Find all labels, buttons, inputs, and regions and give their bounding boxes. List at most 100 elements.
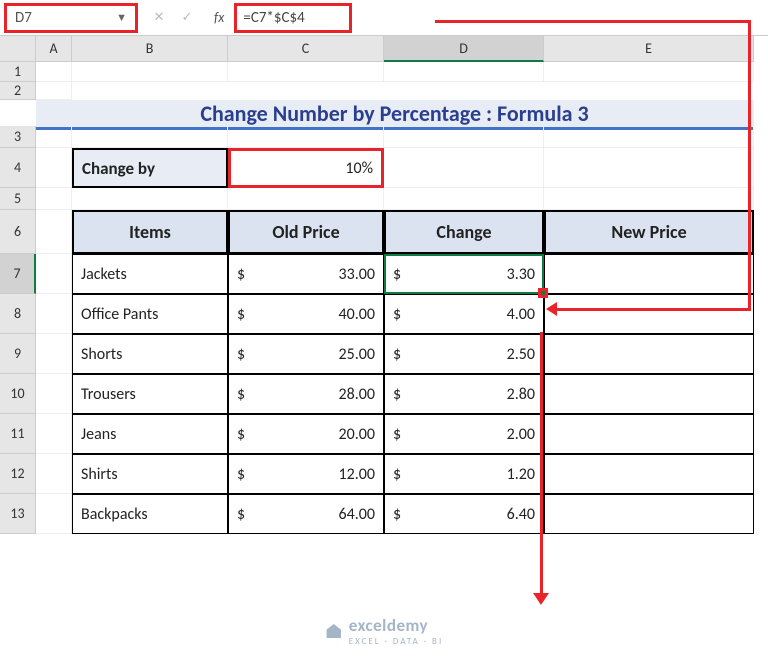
row-header-11[interactable]: 11 — [0, 414, 36, 454]
cell-change[interactable]: $2.80 — [384, 374, 544, 414]
cell[interactable] — [544, 126, 754, 148]
row-header-8[interactable]: 8 — [0, 294, 36, 334]
row-header-5[interactable]: 5 — [0, 188, 36, 210]
cell-change[interactable]: $2.00 — [384, 414, 544, 454]
cell[interactable] — [36, 494, 72, 534]
cell[interactable] — [544, 188, 754, 210]
cell[interactable] — [36, 148, 72, 188]
cell-old-price[interactable]: $12.00 — [228, 454, 384, 494]
cell-change[interactable]: $4.00 — [384, 294, 544, 334]
cell-change[interactable]: $6.40 — [384, 494, 544, 534]
name-box-value: D7 — [15, 9, 32, 27]
fill-handle[interactable] — [538, 288, 548, 298]
cell[interactable] — [36, 374, 72, 414]
cell[interactable] — [36, 254, 72, 294]
cell-item[interactable]: Shirts — [72, 454, 228, 494]
cell-old-price[interactable]: $20.00 — [228, 414, 384, 454]
cell-new-price[interactable] — [544, 254, 754, 294]
value: 12.00 — [339, 465, 375, 484]
cell[interactable] — [228, 126, 384, 148]
cell[interactable] — [36, 62, 72, 82]
cell[interactable] — [36, 334, 72, 374]
cell[interactable] — [384, 62, 544, 82]
change-by-value[interactable]: 10% — [228, 148, 384, 188]
currency-symbol: $ — [237, 345, 245, 364]
value: 2.80 — [507, 385, 535, 404]
chevron-down-icon[interactable]: ▼ — [116, 11, 127, 24]
cell[interactable] — [36, 188, 72, 210]
cell-old-price[interactable]: $28.00 — [228, 374, 384, 414]
cell-change[interactable]: $2.50 — [384, 334, 544, 374]
fx-icon[interactable]: fx — [208, 9, 230, 26]
row-header-9[interactable]: 9 — [0, 334, 36, 374]
cell[interactable] — [72, 62, 228, 82]
col-header-C[interactable]: C — [228, 36, 384, 62]
cell[interactable] — [384, 126, 544, 148]
cell[interactable] — [36, 454, 72, 494]
cell-item[interactable]: Shorts — [72, 334, 228, 374]
row-header-7[interactable]: 7 — [0, 254, 36, 294]
cell-old-price[interactable]: $33.00 — [228, 254, 384, 294]
cell[interactable] — [384, 188, 544, 210]
th-change[interactable]: Change — [384, 210, 544, 254]
col-header-D[interactable]: D — [384, 36, 544, 62]
row-header-2[interactable]: 2 — [0, 82, 36, 100]
row-header-6[interactable]: 6 — [0, 210, 36, 254]
cell[interactable] — [36, 414, 72, 454]
currency-symbol: $ — [393, 305, 401, 324]
cancel-icon[interactable]: ✕ — [150, 9, 168, 27]
cell[interactable] — [228, 62, 384, 82]
value: 2.00 — [507, 425, 535, 444]
cell[interactable] — [36, 210, 72, 254]
cell[interactable] — [384, 148, 544, 188]
column-headers: A B C D E — [0, 36, 768, 62]
cell-new-price[interactable] — [544, 334, 754, 374]
cell-old-price[interactable]: $64.00 — [228, 494, 384, 534]
select-all-corner[interactable] — [0, 36, 36, 62]
cell-item[interactable]: Office Pants — [72, 294, 228, 334]
watermark-main: exceldemy — [349, 615, 443, 636]
cell[interactable] — [544, 148, 754, 188]
row-header-10[interactable]: 10 — [0, 374, 36, 414]
col-header-B[interactable]: B — [72, 36, 228, 62]
cell-item[interactable]: Trousers — [72, 374, 228, 414]
cell[interactable] — [72, 188, 228, 210]
value: 6.40 — [507, 505, 535, 524]
cell-new-price[interactable] — [544, 494, 754, 534]
cell[interactable] — [36, 294, 72, 334]
row-header-1[interactable]: 1 — [0, 62, 36, 82]
row-header-3[interactable]: 3 — [0, 126, 36, 148]
name-box[interactable]: D7 ▼ — [4, 3, 138, 33]
cell-item[interactable]: Backpacks — [72, 494, 228, 534]
th-old-price[interactable]: Old Price — [228, 210, 384, 254]
cell[interactable] — [72, 126, 228, 148]
enter-icon[interactable]: ✓ — [178, 9, 196, 27]
cell[interactable] — [544, 62, 754, 82]
col-header-A[interactable]: A — [36, 36, 72, 62]
row-header-4[interactable]: 4 — [0, 148, 36, 188]
row-header-12[interactable]: 12 — [0, 454, 36, 494]
cell[interactable] — [36, 126, 72, 148]
cell[interactable] — [36, 82, 72, 100]
cell-old-price[interactable]: $40.00 — [228, 294, 384, 334]
cell-item[interactable]: Jackets — [72, 254, 228, 294]
th-new-price[interactable]: New Price — [544, 210, 754, 254]
cell-change[interactable]: $1.20 — [384, 454, 544, 494]
currency-symbol: $ — [237, 385, 245, 404]
cell-item[interactable]: Jeans — [72, 414, 228, 454]
change-by-label[interactable]: Change by — [72, 148, 228, 188]
cell-old-price[interactable]: $25.00 — [228, 334, 384, 374]
col-header-E[interactable]: E — [544, 36, 754, 62]
cell-new-price[interactable] — [544, 414, 754, 454]
value: 4.00 — [507, 305, 535, 324]
cell-new-price[interactable] — [544, 294, 754, 334]
row-header-13[interactable]: 13 — [0, 494, 36, 534]
value: 28.00 — [339, 385, 375, 404]
formula-input[interactable]: =C7*$C$4 — [234, 3, 352, 33]
cell-new-price[interactable] — [544, 454, 754, 494]
cell[interactable] — [228, 188, 384, 210]
cell-new-price[interactable] — [544, 374, 754, 414]
th-items[interactable]: Items — [72, 210, 228, 254]
arrow-down-icon — [533, 593, 549, 605]
cell-change-active[interactable]: $3.30 — [384, 254, 544, 294]
